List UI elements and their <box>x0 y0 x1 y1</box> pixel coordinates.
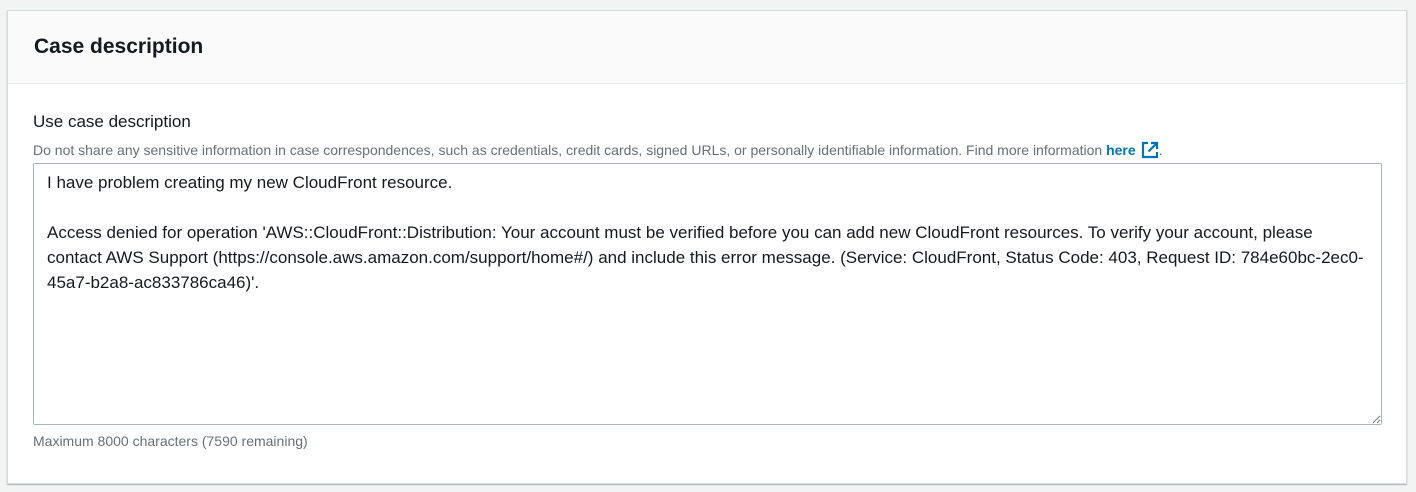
case-description-panel: Case description Use case description Do… <box>7 10 1407 484</box>
use-case-label: Use case description <box>33 112 191 131</box>
more-info-link-label: here <box>1106 142 1136 158</box>
panel-title: Case description <box>34 35 204 58</box>
use-case-textarea[interactable] <box>33 163 1382 425</box>
character-count: Maximum 8000 characters (7590 remaining) <box>33 433 308 449</box>
description-trailing: . <box>1158 142 1163 158</box>
more-info-link[interactable]: here <box>1106 140 1159 160</box>
panel-header: Case description <box>8 11 1406 84</box>
panel-body: Use case description Do not share any se… <box>8 84 1406 450</box>
field-description-text: Do not share any sensitive information i… <box>33 142 1107 158</box>
external-link-icon <box>1141 141 1158 159</box>
textarea-wrapper <box>33 163 1382 425</box>
field-description: Do not share any sensitive information i… <box>33 140 1381 160</box>
